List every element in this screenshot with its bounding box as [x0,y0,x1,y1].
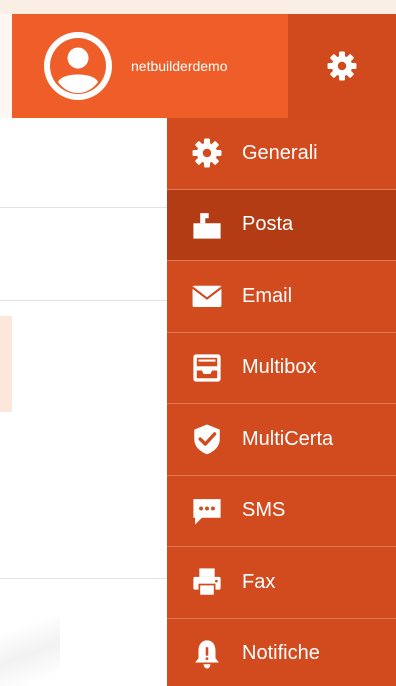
menu-item-notifiche[interactable]: Notifiche [167,619,396,686]
mailbox-icon [189,207,225,243]
inbox-tray-icon [189,350,225,386]
background-highlight-row [0,316,12,412]
menu-item-generali[interactable]: Generali [167,118,396,190]
menu-item-label: Email [242,284,293,307]
menu-item-sms[interactable]: SMS [167,476,396,547]
user-avatar-icon[interactable] [44,32,112,100]
menu-item-label: MultiCerta [242,427,334,450]
user-account-area[interactable]: netbuilderdemo [12,14,288,118]
menu-item-posta[interactable]: Posta [167,189,396,261]
menu-item-label: Fax [242,570,276,593]
menu-item-multibox[interactable]: Multibox [167,333,396,404]
gear-icon [189,135,225,171]
background-divider [0,300,175,301]
menu-item-label: Notifiche [242,642,320,665]
chat-bubble-icon [189,493,225,529]
menu-item-label: Generali [242,141,318,164]
settings-dropdown-menu: Generali Posta Email Multibox MultiCerta… [167,118,396,686]
menu-item-multicerta[interactable]: MultiCerta [167,404,396,476]
menu-item-fax[interactable]: Fax [167,547,396,619]
menu-item-label: SMS [242,499,286,522]
app-header: netbuilderdemo [12,14,396,118]
printer-icon [189,564,225,600]
background-divider [0,578,175,579]
username-label: netbuilderdemo [131,58,228,74]
bell-icon [189,636,225,672]
envelope-icon [189,278,225,314]
menu-item-label: Posta [242,213,294,236]
menu-item-email[interactable]: Email [167,261,396,333]
settings-button[interactable] [288,14,396,118]
background-divider [0,207,175,208]
menu-item-label: Multibox [242,356,317,379]
background-top-strip [0,0,396,14]
shield-check-icon [189,421,225,457]
gear-icon [327,51,357,81]
background-shade [0,600,60,686]
